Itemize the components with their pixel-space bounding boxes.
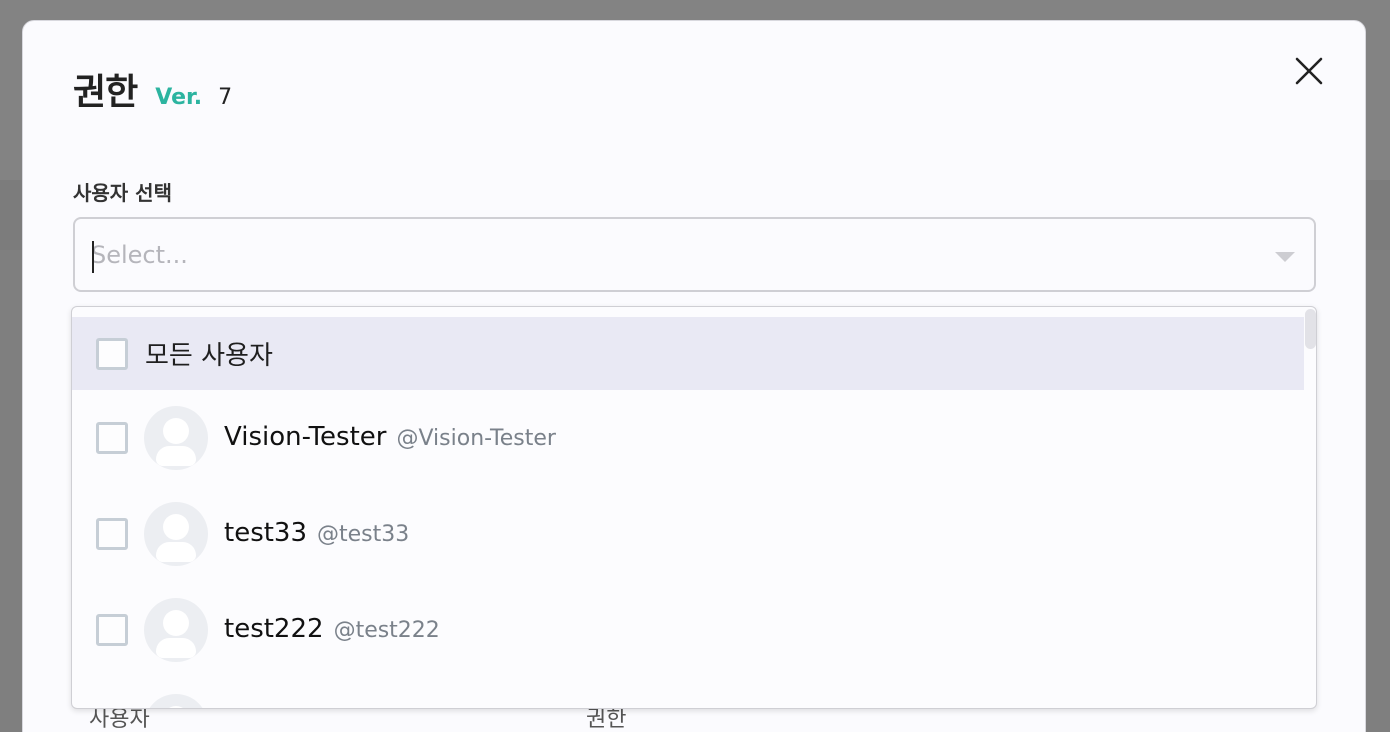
- user-option-checkbox[interactable]: [96, 518, 128, 550]
- user-option-name: test33: [224, 518, 308, 548]
- modal-title: 권한: [73, 72, 138, 113]
- user-option-name-row: test33 @test33: [224, 518, 409, 548]
- menu-scrollbar[interactable]: [1305, 309, 1316, 349]
- user-option-checkbox[interactable]: [96, 614, 128, 646]
- user-option-name: Vision-Tester: [224, 422, 387, 452]
- user-select-menu: 모든 사용자 Vision-Tester @Vision-Tester test…: [71, 306, 1317, 709]
- close-icon: [1295, 57, 1323, 85]
- user-option-name: test222: [224, 614, 324, 644]
- user-option-handle: @test33: [317, 522, 410, 547]
- user-option-partial[interactable]: [72, 678, 1304, 708]
- avatar: [144, 406, 208, 470]
- version-number: 7: [218, 85, 233, 110]
- avatar: [144, 694, 208, 708]
- user-select-input[interactable]: [91, 237, 1241, 273]
- chevron-down-icon[interactable]: [1275, 252, 1295, 262]
- avatar: [144, 598, 208, 662]
- user-select-label: 사용자 선택: [73, 181, 172, 205]
- option-all-users[interactable]: 모든 사용자: [72, 317, 1304, 390]
- user-option-name-row: Vision-Tester @Vision-Tester: [224, 422, 556, 452]
- version-label: Ver.: [155, 85, 203, 110]
- user-option-handle: @Vision-Tester: [396, 426, 556, 451]
- user-option-name-row: test222 @test222: [224, 614, 440, 644]
- option-all-users-label: 모든 사용자: [145, 341, 273, 371]
- checkbox-all-users[interactable]: [96, 337, 128, 370]
- user-option[interactable]: test33 @test33: [72, 486, 1304, 582]
- modal-header: 권한 Ver. 7: [73, 63, 232, 115]
- close-button[interactable]: [1293, 55, 1325, 87]
- avatar: [144, 502, 208, 566]
- text-caret: [92, 241, 94, 273]
- user-option[interactable]: test222 @test222: [72, 582, 1304, 678]
- user-option-checkbox[interactable]: [96, 422, 128, 454]
- user-select[interactable]: [73, 217, 1316, 292]
- user-option-handle: @test222: [333, 618, 440, 643]
- user-option[interactable]: Vision-Tester @Vision-Tester: [72, 390, 1304, 486]
